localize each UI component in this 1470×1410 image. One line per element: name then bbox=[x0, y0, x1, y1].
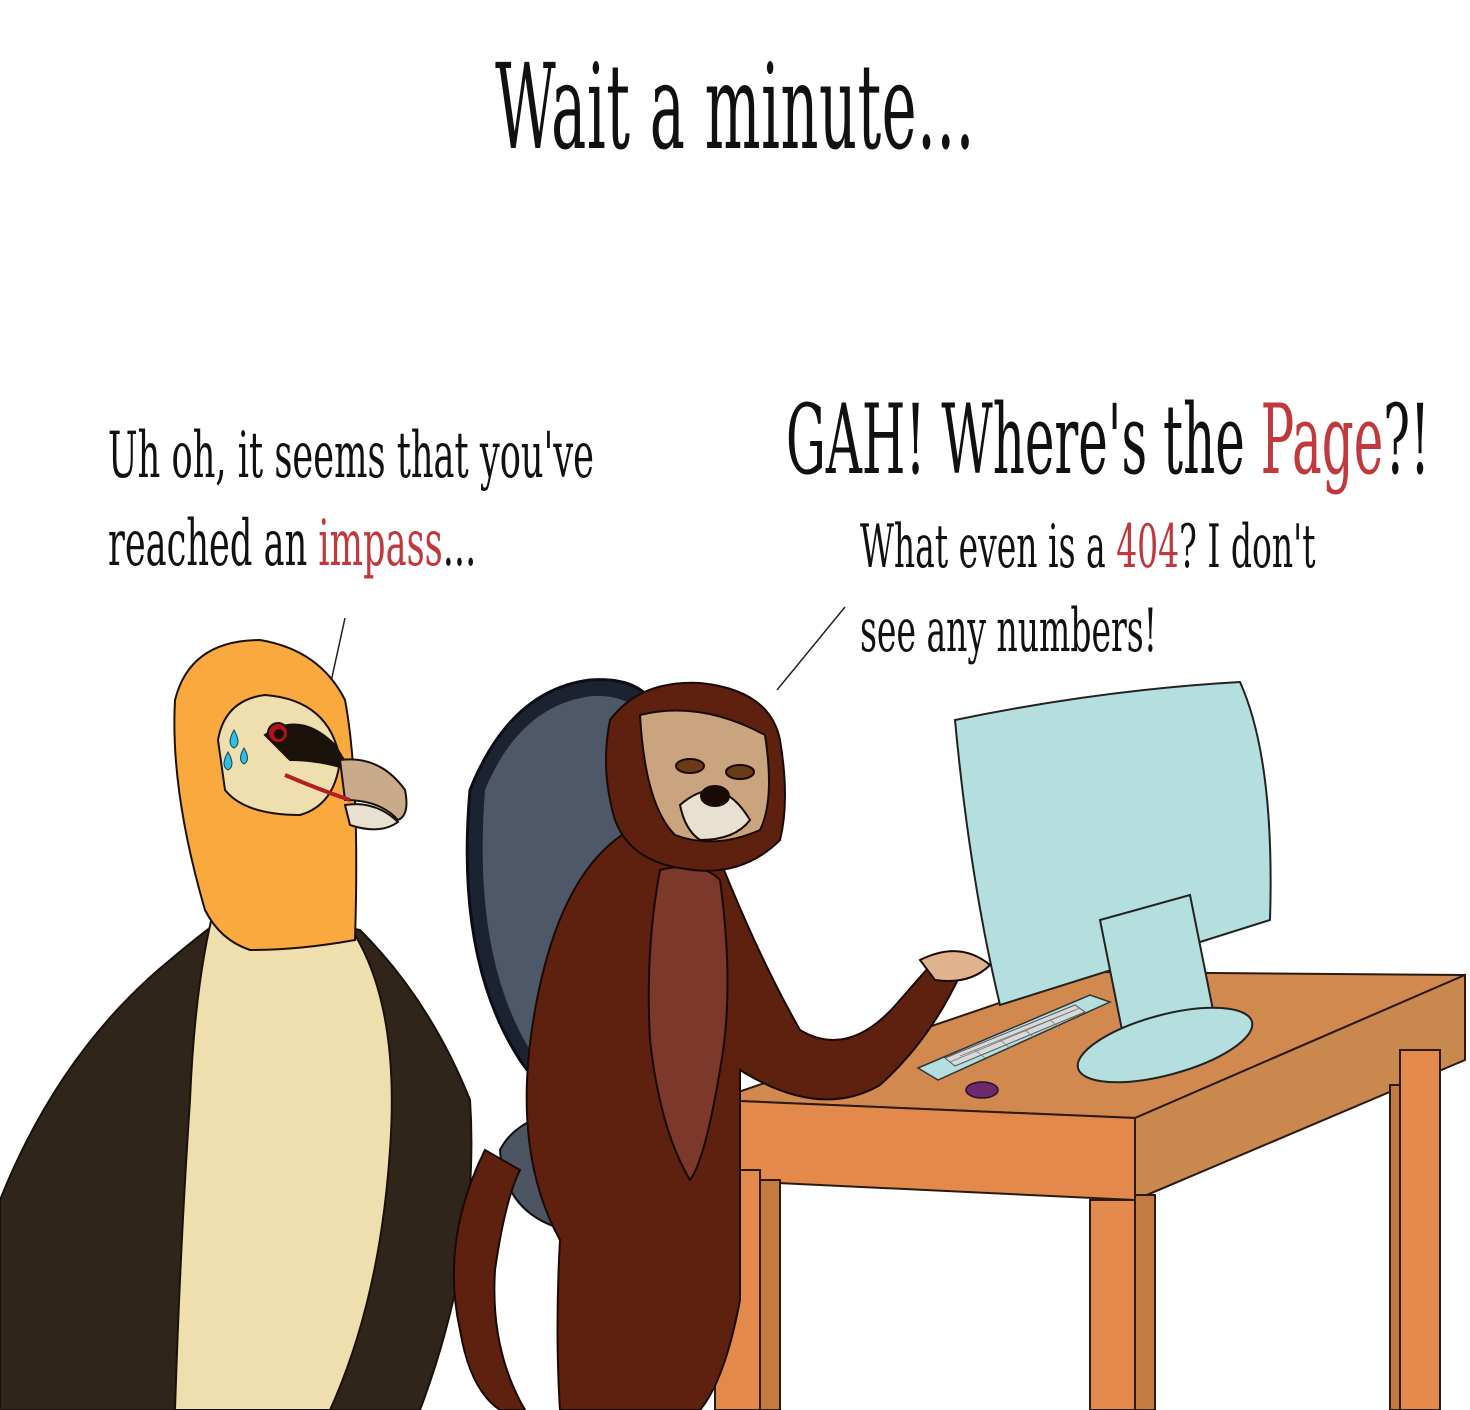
desk bbox=[714, 970, 1466, 1410]
impass-emphasis: impass bbox=[318, 507, 443, 581]
vulture-speech-ellipsis: ... bbox=[442, 507, 477, 581]
page-emphasis: Page bbox=[1260, 384, 1384, 496]
monkey-exclamation: GAH! Where's the Page?! bbox=[786, 385, 1430, 495]
404-emphasis: 404 bbox=[1116, 512, 1180, 582]
exclaim-text: GAH! Where's the bbox=[786, 384, 1261, 496]
comic-panel: Wait a minute... Uh oh, it seems that yo… bbox=[0, 0, 1470, 1410]
vulture-speech-line-1: Uh oh, it seems that you've bbox=[108, 419, 594, 493]
monkey-speech-text: What even is a bbox=[860, 512, 1117, 582]
vulture-speech-text: reached an bbox=[108, 507, 319, 581]
monkey-speech-line-2: see any numbers! bbox=[860, 596, 1157, 666]
monkey-speech: What even is a 404? I don't see any numb… bbox=[860, 505, 1315, 673]
monkey-speech-rest: ? I don't bbox=[1179, 512, 1316, 582]
vulture-speech-line-2: reached an impass... bbox=[108, 500, 594, 588]
vulture-character bbox=[0, 638, 473, 1410]
vulture-speech: Uh oh, it seems that you've reached an i… bbox=[108, 412, 594, 588]
comic-title: Wait a minute... bbox=[495, 38, 975, 176]
monkey-speech-pointer bbox=[776, 606, 846, 691]
monkey-speech-line-1: What even is a 404? I don't bbox=[860, 505, 1315, 589]
computer-mouse bbox=[965, 1081, 999, 1099]
comic-illustration bbox=[0, 606, 1466, 1410]
exclaim-punct: ?! bbox=[1383, 384, 1431, 496]
